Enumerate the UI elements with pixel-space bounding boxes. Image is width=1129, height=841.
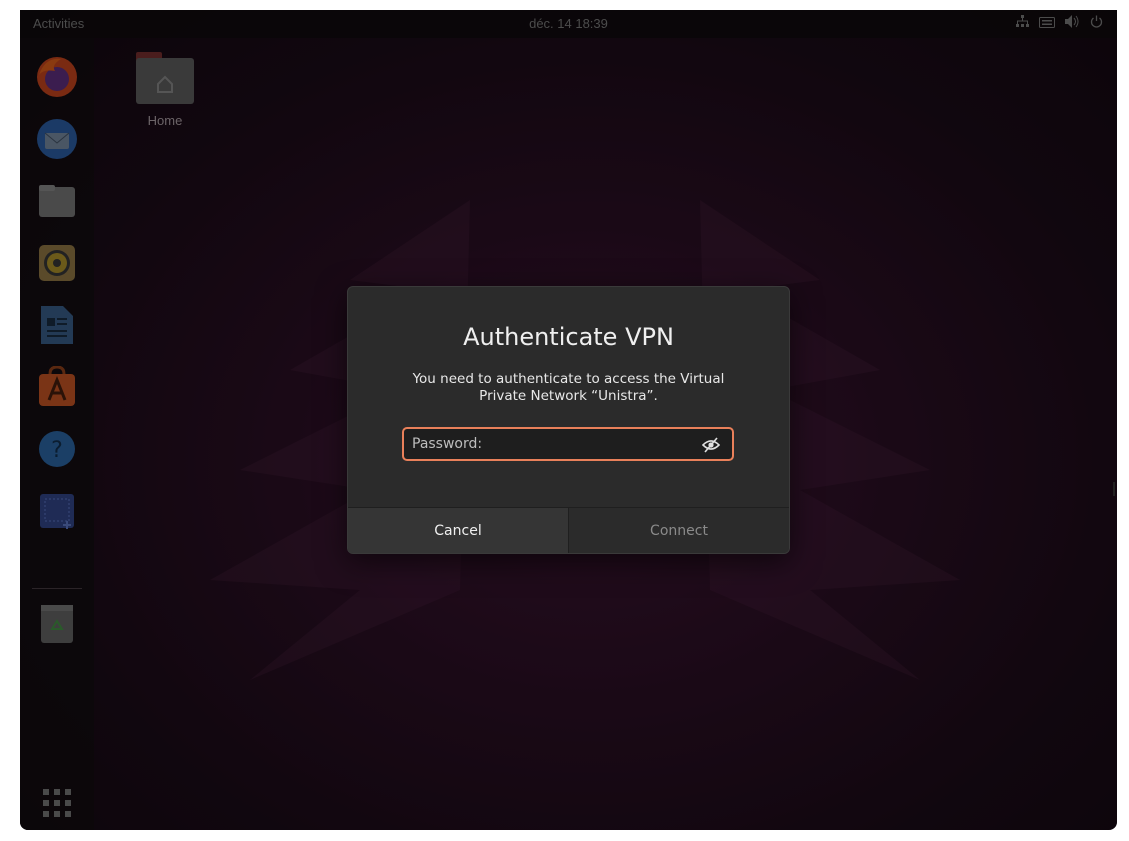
firefox-icon[interactable] [32,52,82,102]
desktop-screen: Activities déc. 14 18:39 ? Home Authenti… [20,10,1117,830]
network-icon[interactable] [1016,15,1029,31]
connect-button[interactable]: Connect [569,508,789,553]
files-icon[interactable] [32,176,82,226]
home-folder-icon [136,52,194,104]
power-icon[interactable] [1090,15,1103,31]
mouse-cursor [1113,482,1115,496]
system-tray[interactable] [1016,15,1103,31]
activities-button[interactable]: Activities [33,16,84,31]
help-icon[interactable]: ? [32,424,82,474]
dialog-buttons: Cancel Connect [348,507,789,553]
home-label: Home [147,113,183,128]
password-field[interactable] [402,427,734,461]
dock-separator [32,588,82,589]
rhythmbox-icon[interactable] [32,238,82,288]
cancel-button[interactable]: Cancel [348,508,569,553]
thunderbird-icon[interactable] [32,114,82,164]
volume-icon[interactable] [1065,15,1080,31]
clock[interactable]: déc. 14 18:39 [20,16,1117,31]
desktop-home-icon[interactable]: Home [133,50,197,128]
vpn-auth-dialog: Authenticate VPN You need to authenticat… [347,286,790,554]
writer-icon[interactable] [32,300,82,350]
screenshot-icon[interactable] [32,486,82,536]
svg-text:?: ? [51,438,63,463]
password-input[interactable] [412,429,692,459]
dialog-title: Authenticate VPN [463,323,674,351]
dock: ? [20,38,94,830]
top-bar: Activities déc. 14 18:39 [20,10,1117,38]
software-icon[interactable] [32,362,82,412]
dialog-message: You need to authenticate to access the V… [412,371,725,404]
keyboard-icon[interactable] [1039,16,1055,31]
trash-icon[interactable] [32,598,82,648]
apps-grid-icon[interactable] [32,778,82,828]
show-password-icon[interactable] [702,436,720,454]
